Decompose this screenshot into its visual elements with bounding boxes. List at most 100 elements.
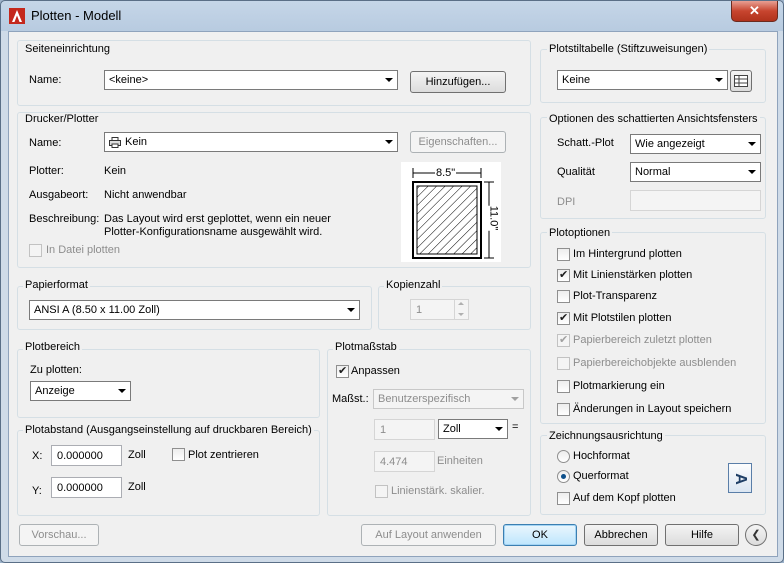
copies-input[interactable]: 1 xyxy=(410,299,456,320)
page-setup-name-label: Name: xyxy=(29,74,62,86)
autocad-app-icon xyxy=(9,8,25,24)
chevron-down-icon xyxy=(495,427,503,431)
plot-dialog: Plotten - Modell ✕ Seiteneinrichtung Nam… xyxy=(0,0,784,563)
printer-name-select[interactable]: Kein xyxy=(104,132,398,152)
printer-icon xyxy=(109,137,121,148)
chevron-down-icon xyxy=(347,308,355,312)
chevron-down-icon xyxy=(385,78,393,82)
scale-unit-value: Zoll xyxy=(443,423,461,435)
plot-what-value: Anzeige xyxy=(35,385,75,397)
printer-title: Drucker/Plotter xyxy=(23,113,101,125)
plot-style-select[interactable]: Keine xyxy=(557,70,728,90)
scale-select[interactable]: Benutzerspezifisch xyxy=(373,389,524,409)
printer-name-label: Name: xyxy=(29,137,62,149)
plot-style-title: Plotstiltabelle (Stiftzuweisungen) xyxy=(547,43,710,55)
option-paperspace-last-checkbox[interactable] xyxy=(557,333,570,347)
spin-up-icon xyxy=(458,302,464,305)
fit-to-paper-checkbox[interactable] xyxy=(336,364,349,378)
shade-plot-value: Wie angezeigt xyxy=(635,138,705,150)
center-plot-checkbox[interactable] xyxy=(172,448,185,461)
scale-value1: 1 xyxy=(380,424,387,436)
chevron-down-icon xyxy=(748,170,756,174)
shaded-viewport-title: Optionen des schattierten Ansichtsfenste… xyxy=(547,113,760,125)
close-button[interactable]: ✕ xyxy=(731,1,778,22)
fit-to-paper-label: Anpassen xyxy=(351,365,400,377)
shade-plot-label: Schatt.-Plot xyxy=(557,137,614,149)
paper-size-value: ANSI A (8.50 x 11.00 Zoll) xyxy=(34,304,160,316)
dialog-body: Seiteneinrichtung Name: <keine> Hinzufüg… xyxy=(8,31,778,557)
scale-value: Benutzerspezifisch xyxy=(378,393,471,405)
scale-value2-input[interactable]: 4.474 xyxy=(374,451,435,472)
copies-value: 1 xyxy=(416,304,423,316)
printer-name-value: Kein xyxy=(125,136,148,148)
option-transparency-label: Plot-Transparenz xyxy=(573,290,657,302)
offset-x-input[interactable]: 0.000000 xyxy=(51,445,122,466)
offset-y-label: Y: xyxy=(32,485,42,497)
option-paperspace-last-label: Papierbereich zuletzt plotten xyxy=(573,334,712,346)
scale-value2: 4.474 xyxy=(380,456,408,468)
copies-spinner[interactable] xyxy=(454,299,469,320)
dpi-input[interactable] xyxy=(630,190,761,211)
scale-label: Maßst.: xyxy=(332,393,369,405)
option-save-layout-checkbox[interactable] xyxy=(557,403,570,416)
plot-options-group xyxy=(540,232,766,424)
chevron-down-icon xyxy=(511,397,519,401)
shade-plot-select[interactable]: Wie angezeigt xyxy=(630,134,761,154)
collapse-button[interactable]: ❮ xyxy=(745,524,767,546)
plot-area-title: Plotbereich xyxy=(23,341,83,353)
plot-to-file-label: In Datei plotten xyxy=(46,244,120,256)
add-page-setup-button[interactable]: Hinzufügen... xyxy=(410,71,506,93)
upside-down-checkbox[interactable] xyxy=(557,492,570,505)
page-setup-name-select[interactable]: <keine> xyxy=(104,70,398,90)
plot-offset-title: Plotabstand (Ausgangseinstellung auf dru… xyxy=(23,424,314,436)
scale-unit-select[interactable]: Zoll xyxy=(438,419,508,439)
option-background-label: Im Hintergrund plotten xyxy=(573,248,682,260)
option-plot-styles-label: Mit Plotstilen plotten xyxy=(573,312,672,324)
title-bar: Plotten - Modell ✕ xyxy=(1,1,783,31)
plot-options-title: Plotoptionen xyxy=(547,227,613,239)
plot-what-select[interactable]: Anzeige xyxy=(30,381,131,401)
offset-y-value: 0.000000 xyxy=(57,482,103,494)
option-hide-objects-checkbox[interactable] xyxy=(557,357,570,370)
scale-lineweights-label: Linienstärk. skalier. xyxy=(391,485,485,497)
paper-size-select[interactable]: ANSI A (8.50 x 11.00 Zoll) xyxy=(29,300,360,320)
scale-lineweights-checkbox[interactable] xyxy=(375,485,388,498)
offset-x-unit: Zoll xyxy=(128,449,146,461)
offset-x-label: X: xyxy=(32,450,43,462)
plot-style-value: Keine xyxy=(562,74,591,86)
landscape-radio[interactable] xyxy=(557,470,570,483)
option-save-layout-label: Änderungen in Layout speichern xyxy=(573,403,732,415)
edit-plot-style-button[interactable] xyxy=(730,70,752,92)
copies-title: Kopienzahl xyxy=(384,279,443,291)
properties-button[interactable]: Eigenschaften... xyxy=(410,131,506,153)
plot-to-file-checkbox[interactable] xyxy=(29,244,42,257)
scale-value1-input[interactable]: 1 xyxy=(374,419,435,440)
page-setup-name-value: <keine> xyxy=(109,74,149,86)
equals-sign: = xyxy=(512,421,519,433)
spin-down-icon xyxy=(458,313,464,316)
offset-y-unit: Zoll xyxy=(128,481,146,493)
offset-y-input[interactable]: 0.000000 xyxy=(51,477,122,498)
orientation-letter: A xyxy=(731,473,749,485)
option-lineweights-checkbox[interactable] xyxy=(557,268,570,282)
option-plot-styles-checkbox[interactable] xyxy=(557,311,570,325)
portrait-radio[interactable] xyxy=(557,450,570,463)
plotter-label: Plotter: xyxy=(29,165,64,177)
quality-label: Qualität xyxy=(557,166,595,178)
preview-button[interactable]: Vorschau... xyxy=(19,524,99,546)
orientation-preview-icon: A xyxy=(728,463,752,493)
landscape-label: Querformat xyxy=(573,470,629,482)
plot-what-label: Zu plotten: xyxy=(30,364,82,376)
ok-button[interactable]: OK xyxy=(503,524,577,546)
units-label: Einheiten xyxy=(437,455,483,467)
table-edit-icon xyxy=(734,75,748,87)
quality-select[interactable]: Normal xyxy=(630,162,761,182)
option-stamp-checkbox[interactable] xyxy=(557,380,570,393)
help-button[interactable]: Hilfe xyxy=(665,524,739,546)
option-transparency-checkbox[interactable] xyxy=(557,290,570,303)
quality-value: Normal xyxy=(635,166,671,178)
option-background-checkbox[interactable] xyxy=(557,248,570,261)
orientation-title: Zeichnungsausrichtung xyxy=(547,430,665,442)
cancel-button[interactable]: Abbrechen xyxy=(584,524,658,546)
apply-to-layout-button[interactable]: Auf Layout anwenden xyxy=(361,524,496,546)
